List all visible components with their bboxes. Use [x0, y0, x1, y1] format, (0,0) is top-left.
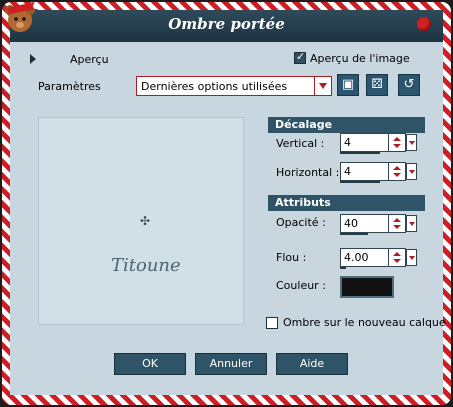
teddy-bear-icon [5, 2, 39, 32]
vertical-input[interactable]: 4 [340, 133, 417, 152]
opacity-menu-arrow[interactable] [406, 215, 417, 232]
help-button[interactable]: Aide [276, 353, 348, 375]
horizontal-slider[interactable] [340, 181, 380, 183]
horizontal-stepper[interactable] [388, 163, 405, 180]
offset-group-header: Décalage [268, 117, 425, 133]
vertical-slider[interactable] [340, 152, 380, 154]
blur-stepper[interactable] [388, 249, 405, 266]
preview-pane: ✣ Titoune [38, 117, 244, 325]
attributes-group-header: Attributs [268, 195, 425, 211]
shadow-layer-label: Ombre sur le nouveau calque [283, 316, 446, 329]
reset-button[interactable]: ↺ [398, 74, 420, 96]
image-preview-label: Aperçu de l'image [310, 52, 410, 65]
watermark-text: Titoune [111, 255, 181, 276]
save-icon: ▣ [341, 77, 355, 92]
parameters-label: Paramètres [38, 80, 101, 93]
opacity-input[interactable]: 40 [340, 214, 417, 233]
vertical-value: 4 [344, 136, 351, 149]
opacity-stepper[interactable] [388, 215, 405, 232]
horizontal-menu-arrow[interactable] [406, 163, 417, 180]
blur-slider[interactable] [340, 267, 346, 269]
dice-icon: ⚄ [371, 77, 383, 92]
save-preset-button[interactable]: ▣ [337, 74, 359, 96]
shadow-layer-checkbox[interactable] [266, 317, 278, 329]
horizontal-label: Horizontal : [276, 166, 340, 179]
random-settings-button[interactable]: ⚄ [366, 74, 388, 96]
shadow-color-swatch[interactable] [340, 276, 394, 298]
blur-value: 4.00 [344, 251, 369, 264]
opacity-label: Opacité : [276, 216, 326, 229]
vertical-stepper[interactable] [388, 134, 405, 151]
color-label: Couleur : [276, 279, 326, 292]
window-title: Ombre portée [168, 15, 285, 33]
preset-select[interactable]: Dernières options utilisées [136, 76, 332, 96]
horizontal-value: 4 [344, 165, 351, 178]
opacity-slider[interactable] [340, 233, 368, 235]
chevron-down-icon [314, 77, 331, 95]
ok-button[interactable]: OK [114, 353, 186, 375]
preview-toggle-icon[interactable] [30, 54, 36, 64]
image-preview-checkbox[interactable] [294, 50, 306, 64]
blur-input[interactable]: 4.00 [340, 248, 417, 267]
opacity-value: 40 [344, 217, 358, 230]
preset-select-value: Dernières options utilisées [141, 80, 288, 93]
cancel-button[interactable]: Annuler [195, 353, 267, 375]
horizontal-input[interactable]: 4 [340, 162, 417, 181]
crosshair-icon[interactable]: ✣ [140, 215, 152, 227]
vertical-label: Vertical : [276, 137, 325, 150]
dialog-window: Ombre portée Aperçu Aperçu de l'image Pa… [0, 0, 453, 407]
title-bar[interactable]: Ombre portée [10, 10, 443, 42]
reset-icon: ↺ [403, 77, 415, 92]
blur-label: Flou : [276, 251, 307, 264]
vertical-menu-arrow[interactable] [406, 134, 417, 151]
preview-label: Aperçu [70, 53, 109, 66]
blur-menu-arrow[interactable] [406, 249, 417, 266]
close-icon[interactable] [417, 17, 431, 31]
